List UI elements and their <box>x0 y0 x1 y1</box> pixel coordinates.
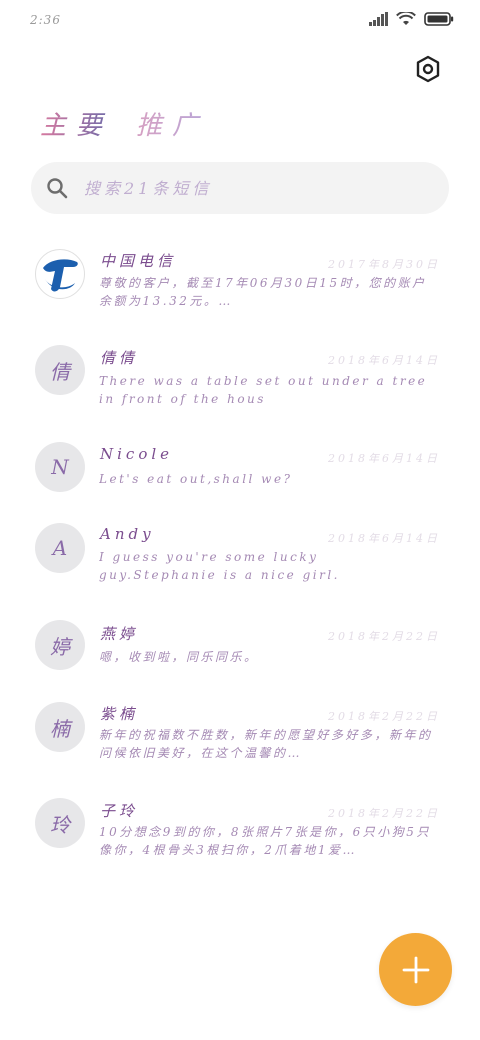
settings-button[interactable] <box>412 53 444 85</box>
status-icons <box>368 12 454 26</box>
signal-icon <box>369 12 388 26</box>
tab-bar: 主要 推广 <box>40 105 208 142</box>
message-preview: 嗯，收到啦，同乐同乐。 <box>99 650 259 664</box>
contact-name: Nicole <box>100 445 174 463</box>
message-item[interactable]: A Andy 2018年6月14日 I guess you're some lu… <box>0 522 480 612</box>
plus-icon <box>402 956 429 983</box>
message-date: 2018年2月22日 <box>328 807 440 820</box>
avatar: 倩 <box>35 345 85 395</box>
battery-icon <box>424 12 454 26</box>
message-preview: Let's eat out,shall we? <box>99 472 293 486</box>
message-date: 2018年6月14日 <box>328 532 440 545</box>
status-bar: 2:36 <box>0 0 480 40</box>
message-date: 2018年2月22日 <box>328 630 440 643</box>
gear-icon <box>416 55 440 83</box>
avatar: 玲 <box>35 798 85 848</box>
message-preview: 新年的祝福数不胜数，新年的愿望好多好多，新年的问候依旧美好，在这个温馨的… <box>99 728 433 760</box>
new-message-button[interactable] <box>379 933 452 1006</box>
message-item[interactable]: 中国电信 2017年8月30日 尊敬的客户，截至17年06月30日15时，您的账… <box>0 244 480 334</box>
message-date: 2018年2月22日 <box>328 710 440 723</box>
contact-name: 燕婷 <box>100 625 139 643</box>
status-time: 2:36 <box>30 13 61 27</box>
message-preview: I guess you're some lucky guy.Stephanie … <box>99 550 340 582</box>
message-date: 2018年6月14日 <box>328 354 440 367</box>
search-input[interactable] <box>84 173 414 203</box>
tab-main[interactable]: 主要 <box>40 105 112 142</box>
message-preview: There was a table set out under a tree i… <box>99 374 428 406</box>
avatar <box>35 249 85 299</box>
contact-name: 倩倩 <box>100 349 139 367</box>
contact-name: Andy <box>100 525 155 543</box>
message-item[interactable]: 婷 燕婷 2018年2月22日 嗯，收到啦，同乐同乐。 <box>0 620 480 710</box>
message-preview: 尊敬的客户，截至17年06月30日15时，您的账户余额为13.32元。… <box>99 276 427 308</box>
contact-name: 中国电信 <box>100 252 177 270</box>
tab-promotions[interactable]: 推广 <box>136 105 208 142</box>
contact-name: 紫楠 <box>100 705 139 723</box>
avatar: 婷 <box>35 620 85 670</box>
china-telecom-logo <box>43 259 78 292</box>
message-item[interactable]: 倩 倩倩 2018年6月14日 There was a table set ou… <box>0 344 480 434</box>
search-icon <box>47 178 68 199</box>
message-item[interactable]: 楠 紫楠 2018年2月22日 新年的祝福数不胜数，新年的愿望好多好多，新年的问… <box>0 701 480 791</box>
contact-name: 子玲 <box>100 802 139 820</box>
avatar: 楠 <box>35 702 85 752</box>
avatar: A <box>35 523 85 573</box>
wifi-icon <box>396 12 416 25</box>
avatar: N <box>35 442 85 492</box>
message-date: 2017年8月30日 <box>328 258 440 271</box>
message-item[interactable]: N Nicole 2018年6月14日 Let's eat out,shall … <box>0 442 480 532</box>
message-preview: 10分想念9到的你，8张照片7张是你，6只小狗5只像你，4根骨头3根扫你，2爪着… <box>99 825 431 857</box>
message-date: 2018年6月14日 <box>328 452 440 465</box>
search-bar[interactable] <box>31 162 449 214</box>
message-item[interactable]: 玲 子玲 2018年2月22日 10分想念9到的你，8张照片7张是你，6只小狗5… <box>0 798 480 888</box>
